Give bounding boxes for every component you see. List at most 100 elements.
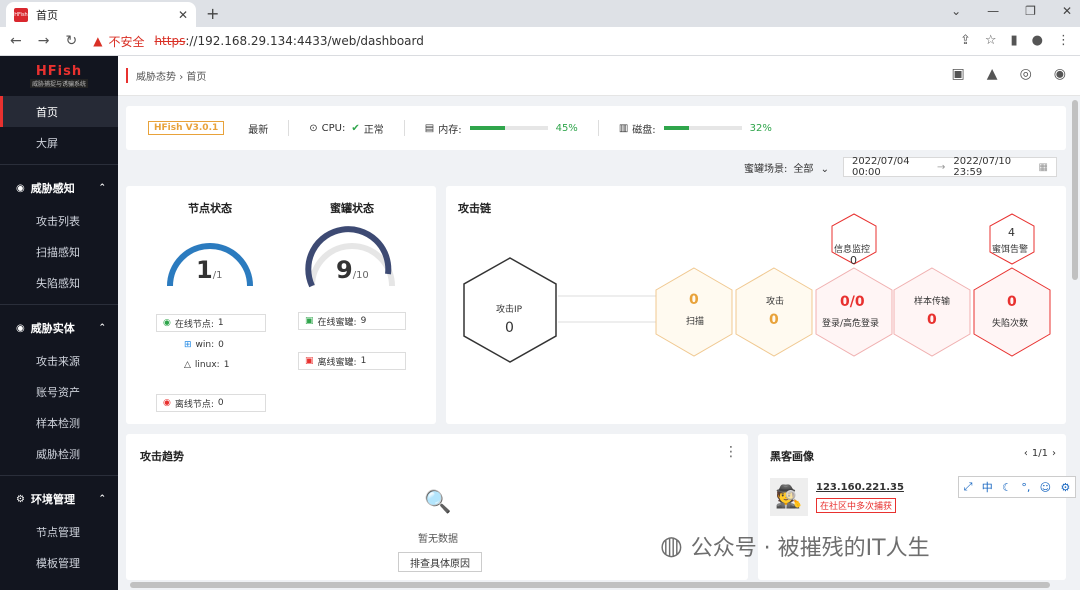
sidebar-item-account-assets[interactable]: 账号资产 (0, 376, 118, 407)
logo-title: HFish (35, 64, 83, 79)
top-bar: 威胁态势 › 首页 ▣ ▲ ◎ ◉ (118, 56, 1080, 96)
new-tab-button[interactable]: + (206, 4, 219, 23)
online-node-icon: ◉ (163, 318, 171, 328)
chevron-up-icon: ⌃ (98, 494, 106, 504)
sidebar-group-env-management[interactable]: ⚙ 环境管理 ⌃ (0, 482, 118, 516)
honey-label: 蜜饵告警 (992, 245, 1029, 255)
bell-icon[interactable]: ▲ (987, 66, 998, 82)
sidebar-group-label: 环境管理 (30, 493, 75, 506)
date-arrow: → (937, 161, 946, 173)
settings-icon[interactable]: ⚙ (1060, 481, 1070, 494)
chevron-down-icon[interactable]: ⌄ (951, 4, 961, 18)
memory-icon: ▤ (424, 122, 435, 134)
chevron-right-icon[interactable]: › (1052, 448, 1056, 459)
ime-expand-icon[interactable]: ⤢ (964, 480, 973, 494)
online-honeypot-icon: ▣ (305, 316, 314, 326)
breadcrumb-parent[interactable]: 威胁态势 (136, 72, 176, 83)
sidebar-toggle-icon[interactable]: ▮ (1011, 33, 1018, 48)
offline-nodes-label: 离线节点: (174, 399, 214, 410)
share-icon[interactable]: ⇪ (960, 33, 971, 48)
hacker-ip[interactable]: 123.160.221.35 (816, 482, 904, 493)
scene-select[interactable]: 全部 ⌄ (793, 160, 829, 175)
sidebar-item-sample-detection[interactable]: 样本检测 (0, 407, 118, 438)
user-avatar-icon[interactable]: ◉ (1054, 66, 1066, 82)
win-count: 0 (218, 340, 224, 350)
breadcrumb-current: 首页 (186, 72, 207, 83)
sidebar: HFish 威胁捕捉与诱骗系统 首页 大屏 ◉ 威胁感知 ⌃ 攻击列表 扫描感知… (0, 56, 118, 590)
chat-icon[interactable]: ◎ (1020, 66, 1032, 82)
user-icon[interactable]: ☺ (1040, 481, 1051, 494)
close-window-icon[interactable]: ✕ (1062, 4, 1072, 18)
honeypot-total: /10 (352, 270, 369, 281)
back-icon[interactable]: ← (10, 33, 22, 49)
disk-progress-bar (663, 126, 742, 130)
memory-progress-bar (469, 126, 548, 130)
url-field[interactable]: ▲ 不安全 https ://192.168.29.134:4433/web/d… (93, 33, 424, 50)
book-icon[interactable]: ▣ (952, 66, 965, 82)
divider (0, 304, 118, 305)
sidebar-group-threat-perception[interactable]: ◉ 威胁感知 ⌃ (0, 171, 118, 205)
main-content: HFish V3.0.1 最新 ⊙ CPU: ✔ 正常 ▤ 内存: 45% ▥ … (118, 96, 1080, 580)
linux-label: linux: (194, 360, 220, 370)
browser-tab-bar: HFish 首页 ✕ + ⌄ — ❐ ✕ (0, 0, 1080, 27)
offline-honeypots-count: 1 (360, 356, 367, 366)
tab-title: 首页 (36, 8, 58, 22)
star-icon[interactable]: ☆ (985, 33, 997, 48)
pager: ‹ 1/1 › (1024, 448, 1056, 459)
close-tab-icon[interactable]: ✕ (178, 8, 188, 22)
ime-lang[interactable]: 中 (982, 479, 993, 495)
logo-subtitle: 威胁捕捉与诱骗系统 (29, 79, 88, 88)
version-badge: HFish V3.0.1 (148, 121, 225, 135)
warning-icon: ▲ (93, 34, 103, 48)
sidebar-item-node-management[interactable]: 节点管理 (0, 516, 118, 547)
online-honeypots: ▣ 在线蜜罐: 9 (298, 312, 406, 330)
chevron-up-icon: ⌃ (98, 183, 106, 193)
sidebar-item-scan-perception[interactable]: 扫描感知 (0, 236, 118, 267)
date-range-picker[interactable]: 2022/07/04 00:00 → 2022/07/10 23:59 ▦ (842, 156, 1057, 178)
hfish-favicon-icon: HFish (14, 7, 28, 22)
browser-tab[interactable]: HFish 首页 ✕ (6, 2, 196, 27)
sidebar-item-bigscreen[interactable]: 大屏 (0, 127, 118, 158)
watermark: ◍ 公众号 · 被摧残的IT人生 (660, 530, 930, 562)
eye-icon: ◉ (16, 182, 25, 194)
sidebar-item-attack-list[interactable]: 攻击列表 (0, 205, 118, 236)
divider (597, 120, 599, 136)
disk-icon: ▥ (618, 122, 629, 134)
memory-progress-fill (469, 126, 505, 130)
honeypot-status-value: 9/10 (336, 256, 369, 284)
linux-count: 1 (223, 360, 230, 370)
sidebar-item-home[interactable]: 首页 (0, 96, 118, 127)
credential-value: 0 (850, 254, 857, 267)
win-nodes: ⊞ win: 0 (178, 336, 258, 354)
maximize-icon[interactable]: ❐ (1025, 4, 1036, 18)
chevron-down-icon: ⌄ (820, 163, 829, 175)
more-options-icon[interactable]: ⋮ (724, 444, 738, 460)
horizontal-scrollbar[interactable] (130, 582, 1050, 588)
empty-data-text: 暂无数据 (418, 534, 458, 545)
target-icon: ◉ (16, 322, 25, 334)
check-reason-button[interactable]: 排查具体原因 (398, 552, 482, 572)
offline-honeypots: ▣ 离线蜜罐: 1 (298, 352, 406, 370)
cpu-icon: ⊙ (309, 122, 318, 134)
sidebar-item-fall-perception[interactable]: 失陷感知 (0, 267, 118, 298)
wechat-icon: ◍ (660, 531, 683, 561)
attack-chain-card: 攻击链 攻击IP 0 0 扫描 攻击 0 0/0 登录/高危登录 样本传输 0 … (446, 186, 1066, 424)
sidebar-item-attack-source[interactable]: 攻击来源 (0, 345, 118, 376)
punctuation-icon[interactable]: °, (1021, 481, 1030, 494)
moon-icon[interactable]: ☾ (1002, 481, 1012, 494)
sidebar-item-threat-detection[interactable]: 威胁检测 (0, 438, 118, 469)
reload-icon[interactable]: ↻ (65, 33, 77, 49)
online-nodes: ◉ 在线节点: 1 (156, 314, 266, 332)
sidebar-group-threat-entity[interactable]: ◉ 威胁实体 ⌃ (0, 311, 118, 345)
login-label: 登录/高危登录 (822, 319, 880, 329)
profile-icon[interactable]: ● (1032, 33, 1043, 48)
menu-icon[interactable]: ⋮ (1057, 33, 1070, 48)
win-label: win: (195, 340, 215, 350)
forward-icon[interactable]: → (38, 33, 50, 49)
sidebar-item-template-management[interactable]: 模板管理 (0, 547, 118, 578)
vertical-scrollbar[interactable] (1072, 100, 1078, 280)
empty-data-icon: 🔍 (424, 490, 452, 515)
chevron-left-icon[interactable]: ‹ (1024, 448, 1028, 459)
minimize-icon[interactable]: — (987, 4, 999, 18)
hacker-avatar: 🕵 (770, 478, 808, 516)
